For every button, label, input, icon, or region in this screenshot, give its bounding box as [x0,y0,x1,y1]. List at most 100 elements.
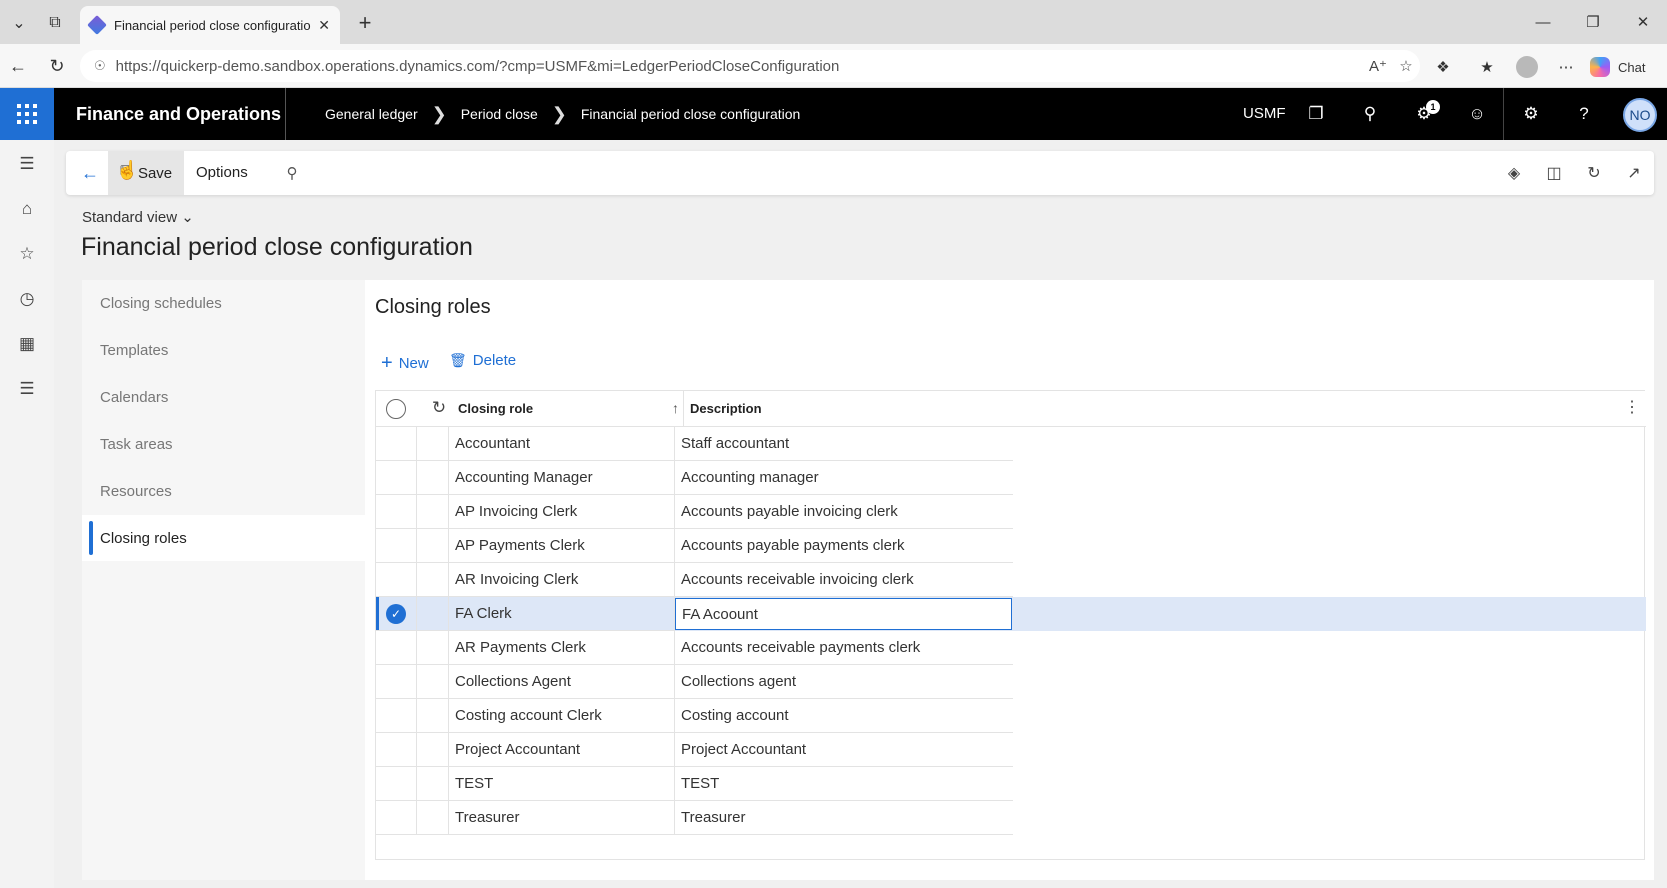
nav-calendars[interactable]: Calendars [82,374,365,420]
nav-closing-schedules[interactable]: Closing schedules [82,280,365,326]
read-aloud-icon[interactable]: A⁺ [1364,57,1392,75]
power-apps-icon[interactable]: ◈ [1500,159,1528,187]
row-select-checkbox[interactable] [376,801,417,835]
table-row[interactable]: Costing account Clerk Costing account [376,699,1646,733]
url-field[interactable]: ☉ https://quickerp-demo.sandbox.operatio… [80,50,1420,82]
description-input[interactable] [675,598,1012,630]
nav-task-areas[interactable]: Task areas [82,421,365,467]
description-cell[interactable]: Accounts receivable payments clerk [675,631,1013,665]
row-select-checkbox[interactable] [376,495,417,529]
table-row[interactable]: Project Accountant Project Accountant [376,733,1646,767]
hamburger-menu-icon[interactable]: ☰ [13,150,41,178]
company-picker[interactable]: USMF [1243,88,1286,140]
user-avatar[interactable]: NO [1623,98,1657,132]
description-cell[interactable]: Accounting manager [675,461,1013,495]
options-tab[interactable]: Options [196,151,248,195]
workspaces-icon[interactable]: ⧉ [40,8,70,38]
column-header-closing-role[interactable]: Closing role [458,391,533,427]
tab-close-icon[interactable]: ✕ [318,17,330,34]
view-selector[interactable]: Standard view ⌄ [82,208,194,226]
closing-role-cell[interactable]: Treasurer [449,801,675,835]
table-row[interactable]: AP Invoicing Clerk Accounts payable invoi… [376,495,1646,529]
row-select-checkbox[interactable] [376,427,417,461]
grid-refresh-icon[interactable]: ↻ [428,397,450,419]
description-cell[interactable]: Accounts receivable invoicing clerk [675,563,1013,597]
back-arrow-icon[interactable]: ← [76,159,104,187]
table-row[interactable]: ✓ FA Clerk [376,597,1646,631]
tab-list-chevron-icon[interactable]: ⌄ [4,8,34,38]
closing-role-cell[interactable]: AR Payments Clerk [449,631,675,665]
row-select-checkbox[interactable] [376,563,417,597]
description-cell[interactable]: Accounts payable invoicing clerk [675,495,1013,529]
description-cell[interactable]: Costing account [675,699,1013,733]
lock-icon[interactable]: ☉ [94,58,106,74]
table-row[interactable]: TEST TEST [376,767,1646,801]
description-cell[interactable]: Accounts payable payments clerk [675,529,1013,563]
nav-resources[interactable]: Resources [82,468,365,514]
recent-clock-icon[interactable]: ◷ [13,285,41,313]
open-new-window-icon[interactable]: ↗ [1620,159,1648,187]
breadcrumb-period-close[interactable]: Period close [461,106,538,122]
refresh-icon[interactable]: ↻ [1580,159,1608,187]
table-row[interactable]: Accountant Staff accountant [376,427,1646,461]
help-question-icon[interactable]: ? [1571,101,1597,127]
favorite-star-icon[interactable]: ☆ [1392,57,1420,75]
reload-icon[interactable]: ↻ [43,52,71,80]
closing-role-cell[interactable]: Accountant [449,427,675,461]
breadcrumb-general-ledger[interactable]: General ledger [325,106,418,122]
row-select-checkbox[interactable] [376,529,417,563]
select-all-checkbox[interactable] [386,399,406,419]
office-icon[interactable]: ◫ [1540,159,1568,187]
closing-role-cell[interactable]: TEST [449,767,675,801]
row-select-checkbox[interactable]: ✓ [376,597,417,631]
closing-role-cell[interactable]: FA Clerk [449,597,675,631]
save-button[interactable]: 🖫 Save [108,151,184,195]
row-select-checkbox[interactable] [376,461,417,495]
app-launcher-waffle-icon[interactable] [0,88,54,140]
browser-tab[interactable]: Financial period close configuratio ✕ [80,6,340,44]
closing-role-cell[interactable]: Costing account Clerk [449,699,675,733]
delete-button[interactable]: 🗑 Delete [449,352,516,369]
closing-role-cell[interactable]: AP Payments Clerk [449,529,675,563]
nav-templates[interactable]: Templates [82,327,365,373]
restore-icon[interactable]: ❐ [1570,6,1616,38]
row-select-checkbox[interactable] [376,665,417,699]
table-row[interactable]: AR Payments Clerk Accounts receivable pay… [376,631,1646,665]
favorites-star-icon[interactable]: ☆ [13,240,41,268]
closing-role-cell[interactable]: AP Invoicing Clerk [449,495,675,529]
nav-closing-roles[interactable]: Closing roles [82,515,365,561]
more-menu-icon[interactable]: ⋯ [1553,54,1579,80]
table-row[interactable]: Accounting Manager Accounting manager [376,461,1646,495]
grid-more-options-icon[interactable]: ⋮ [1624,391,1640,427]
description-cell[interactable]: Project Accountant [675,733,1013,767]
app-title[interactable]: Finance and Operations [76,88,281,140]
new-tab-plus-icon[interactable]: + [350,8,380,38]
home-icon[interactable]: ⌂ [13,195,41,223]
action-search-icon[interactable]: ⚲ [278,159,306,187]
minimize-icon[interactable]: — [1520,6,1566,38]
new-button[interactable]: + New [381,352,429,375]
header-search-icon[interactable]: ⚲ [1357,101,1383,127]
table-row[interactable]: Collections Agent Collections agent [376,665,1646,699]
closing-role-cell[interactable]: AR Invoicing Clerk [449,563,675,597]
copilot-chat-button[interactable]: Chat [1590,54,1645,80]
description-cell[interactable]: Staff accountant [675,427,1013,461]
closing-role-cell[interactable]: Project Accountant [449,733,675,767]
workspaces-icon[interactable]: ▦ [13,330,41,358]
profile-icon[interactable] [1514,54,1540,80]
column-header-description[interactable]: Description [683,391,762,427]
closing-role-cell[interactable]: Collections Agent [449,665,675,699]
browser-back-icon[interactable]: ← [4,52,32,80]
window-close-icon[interactable]: ✕ [1620,6,1666,38]
feedback-smiley-icon[interactable]: ☺ [1464,101,1490,127]
dashboard-cards-icon[interactable]: ❐ [1303,101,1329,127]
row-select-checkbox[interactable] [376,699,417,733]
closing-role-cell[interactable]: Accounting Manager [449,461,675,495]
row-select-checkbox[interactable] [376,631,417,665]
sort-ascending-icon[interactable]: ↑ [672,391,679,427]
description-cell[interactable]: TEST [675,767,1013,801]
description-cell[interactable]: Collections agent [675,665,1013,699]
modules-list-icon[interactable]: ☰ [13,375,41,403]
table-row[interactable]: Treasurer Treasurer [376,801,1646,835]
row-select-checkbox[interactable] [376,733,417,767]
